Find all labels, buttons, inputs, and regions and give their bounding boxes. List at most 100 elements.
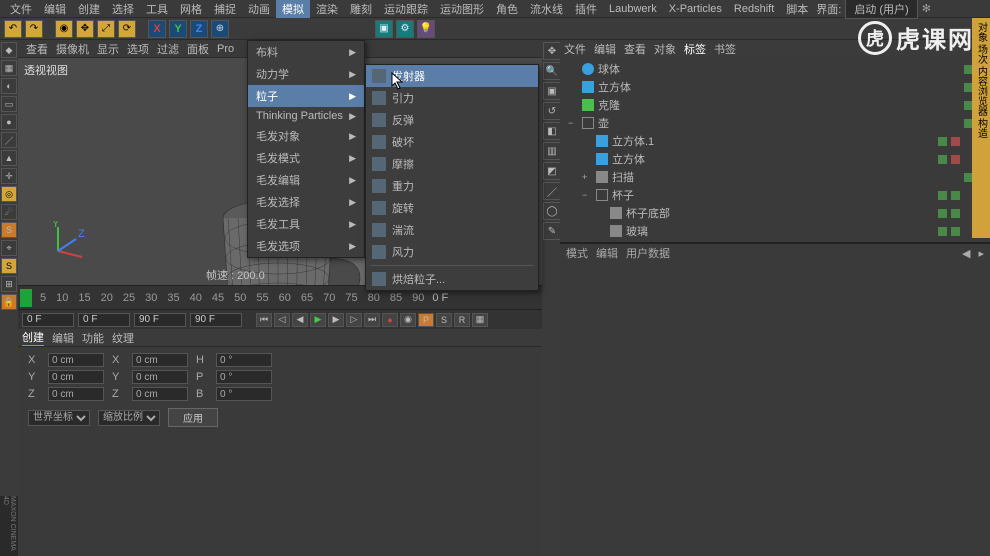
gear-icon[interactable]: ✻ (922, 2, 931, 15)
menu-render[interactable]: 渲染 (310, 0, 344, 18)
menu-item[interactable]: 毛发编辑▶ (248, 169, 364, 191)
size-z[interactable] (132, 387, 188, 401)
menu-file[interactable]: 文件 (4, 0, 38, 18)
tab-tex[interactable]: 纹理 (112, 330, 134, 346)
undo-icon[interactable]: ↶ (4, 20, 22, 38)
rot-b[interactable] (216, 387, 272, 401)
menu-item[interactable]: 毛发工具▶ (248, 213, 364, 235)
rtab-structure[interactable]: 构造 (974, 118, 989, 138)
enable-axis-icon[interactable]: ◎ (1, 186, 17, 202)
om-edit[interactable]: 编辑 (594, 41, 616, 57)
menu-item[interactable]: 布料▶ (248, 41, 364, 63)
submenu-item[interactable]: 风力 (366, 241, 538, 263)
vp-display[interactable]: 显示 (93, 41, 123, 57)
axis-z-toggle[interactable]: Z (190, 20, 208, 38)
redo-icon[interactable]: ↷ (25, 20, 43, 38)
goto-end-icon[interactable]: ⏭ (364, 313, 380, 327)
rotate-icon[interactable]: ⟳ (118, 20, 136, 38)
am-mode[interactable]: 模式 (566, 245, 588, 261)
vp-options[interactable]: 选项 (123, 41, 153, 57)
object-item[interactable]: 立方体 (564, 78, 986, 96)
menu-item[interactable]: 毛发对象▶ (248, 125, 364, 147)
menu-redshift[interactable]: Redshift (728, 2, 780, 16)
key-param-icon[interactable]: ▦ (472, 313, 488, 327)
range-start[interactable] (22, 313, 74, 327)
menu-item[interactable]: Thinking Particles▶ (248, 107, 364, 125)
move-icon[interactable]: ✥ (76, 20, 94, 38)
render-view-icon[interactable]: ▣ (375, 20, 393, 38)
object-item[interactable]: +扫描 (564, 168, 986, 186)
menu-laubwerk[interactable]: Laubwerk (603, 2, 663, 16)
menu-xparticles[interactable]: X-Particles (663, 2, 728, 16)
menu-item[interactable]: 毛发模式▶ (248, 147, 364, 169)
am-nav-fwd-icon[interactable]: ▸ (978, 247, 984, 260)
reset-icon[interactable]: ↺ (543, 102, 561, 120)
pos-y[interactable] (48, 370, 104, 384)
rtab-takes[interactable]: 场次 (974, 44, 989, 64)
world-axis-icon[interactable]: ⊕ (211, 20, 229, 38)
pos-x[interactable] (48, 353, 104, 367)
am-nav-back-icon[interactable]: ◀ (962, 247, 970, 260)
axis-x-toggle[interactable]: X (148, 20, 166, 38)
select-live-icon[interactable]: ◉ (55, 20, 73, 38)
range-out[interactable] (134, 313, 186, 327)
knife-icon[interactable]: ／ (543, 182, 561, 200)
submenu-item[interactable]: 烘焙粒子... (366, 268, 538, 290)
menu-item[interactable]: 毛发选择▶ (248, 191, 364, 213)
vp-filter[interactable]: 过滤 (153, 41, 183, 57)
object-item[interactable]: 球体 (564, 60, 986, 78)
tab-func[interactable]: 功能 (82, 330, 104, 346)
workplane-icon[interactable]: ▭ (1, 96, 17, 112)
menu-plugins[interactable]: 插件 (569, 0, 603, 18)
render-settings-icon[interactable]: ⚙ (396, 20, 414, 38)
menu-anim[interactable]: 动画 (242, 0, 276, 18)
view-icon[interactable]: ◧ (543, 122, 561, 140)
size-y[interactable] (132, 370, 188, 384)
object-item[interactable]: 杯子底部 (564, 204, 986, 222)
submenu-item[interactable]: 破坏 (366, 131, 538, 153)
key-rot-icon[interactable]: R (454, 313, 470, 327)
bevel-icon[interactable]: ◩ (543, 162, 561, 180)
object-item[interactable]: 立方体 (564, 150, 986, 168)
point-mode-icon[interactable]: ● (1, 114, 17, 130)
bulb-icon[interactable]: 💡 (417, 20, 435, 38)
locked-icon[interactable]: 🔒 (1, 294, 17, 310)
axis-y-toggle[interactable]: Y (169, 20, 187, 38)
menu-select[interactable]: 选择 (106, 0, 140, 18)
menu-item[interactable]: 粒子▶ (248, 85, 364, 107)
menu-item[interactable]: 毛发选项▶ (248, 235, 364, 257)
size-x[interactable] (132, 353, 188, 367)
menu-mograph[interactable]: 运动图形 (434, 0, 490, 18)
range-end[interactable] (190, 313, 242, 327)
rot-h[interactable] (216, 353, 272, 367)
tab-edit[interactable]: 编辑 (52, 330, 74, 346)
menu-create[interactable]: 创建 (72, 0, 106, 18)
menu-tools[interactable]: 工具 (140, 0, 174, 18)
range-in[interactable] (78, 313, 130, 327)
om-bookmark[interactable]: 书签 (714, 41, 736, 57)
key-pos-icon[interactable]: P (418, 313, 434, 327)
next-frame-icon[interactable]: ▶ (328, 313, 344, 327)
om-tags[interactable]: 标签 (684, 41, 706, 57)
snap-s-icon[interactable]: S (1, 222, 17, 238)
menu-script[interactable]: 脚本 (780, 0, 814, 18)
vp-view[interactable]: 查看 (22, 41, 52, 57)
right-tabstrip[interactable]: 对象 场次 内容浏览器 构造 (972, 18, 990, 238)
autokey-icon[interactable]: ◉ (400, 313, 416, 327)
submenu-item[interactable]: 引力 (366, 87, 538, 109)
workplane-lock-icon[interactable]: S (1, 258, 17, 274)
playhead-icon[interactable] (20, 289, 32, 307)
tab-create[interactable]: 创建 (22, 329, 44, 346)
model-mode-icon[interactable]: ▦ (1, 60, 17, 76)
layout-dropdown[interactable]: 启动 (用户) (845, 0, 917, 19)
submenu-item[interactable]: 旋转 (366, 197, 538, 219)
submenu-item[interactable]: 摩擦 (366, 153, 538, 175)
object-item[interactable]: 立方体.1 (564, 132, 986, 150)
prev-key-icon[interactable]: ◁ (274, 313, 290, 327)
menu-sculpt[interactable]: 雕刻 (344, 0, 378, 18)
pos-z[interactable] (48, 387, 104, 401)
menu-pipeline[interactable]: 流水线 (524, 0, 569, 18)
om-view[interactable]: 查看 (624, 41, 646, 57)
scale-icon[interactable]: ⤢ (97, 20, 115, 38)
viewport-solo-icon[interactable]: ☄ (1, 204, 17, 220)
